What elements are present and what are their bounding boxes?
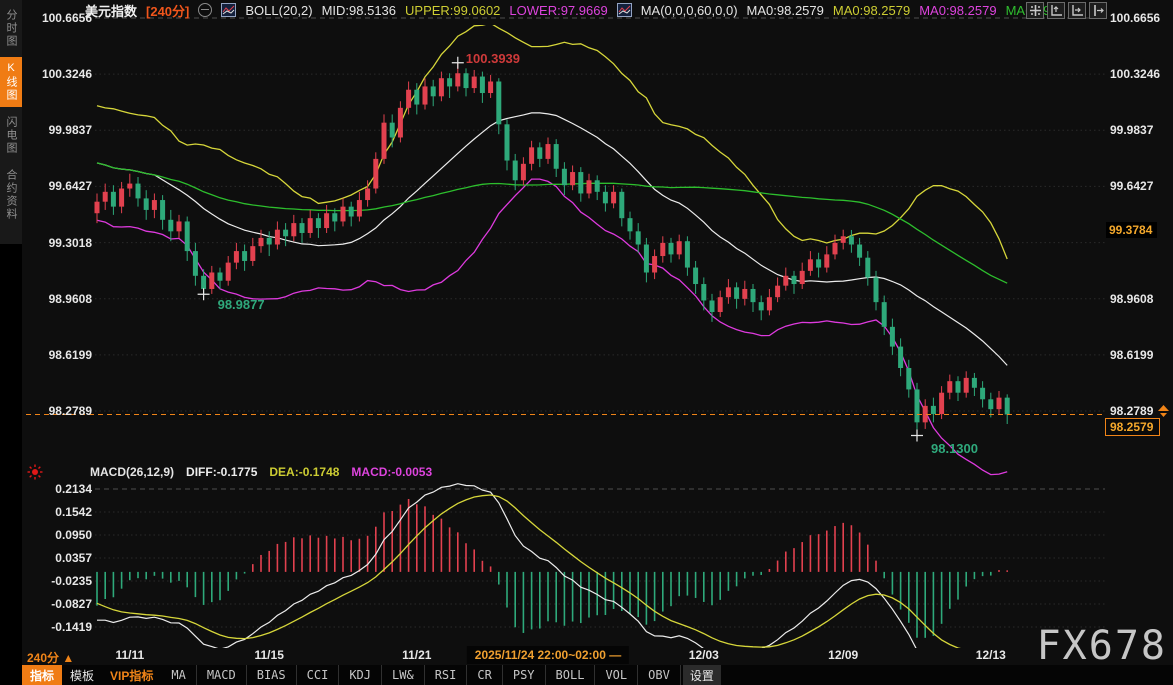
main-y-axis-label: 98.9608 <box>24 292 92 307</box>
main-y-axis-label: 99.9837 <box>24 123 92 138</box>
x-axis-tick: 11/11 <box>115 648 144 662</box>
period-label: [240分] <box>146 1 189 20</box>
indicator-chart-icon[interactable] <box>221 3 236 17</box>
main-y-axis-label: 98.6199 <box>24 348 92 363</box>
alert-blinker-icon[interactable] <box>27 464 43 480</box>
main-y-axis-label: 99.3018 <box>24 236 92 251</box>
window-tool-icons <box>1026 2 1107 19</box>
macd-y-axis-label: 0.2134 <box>24 482 92 497</box>
indicator-values: BOLL(20,2) MID:98.5136 UPPER:99.0602 LOWER:… <box>221 3 1050 18</box>
chart-window: 分时图K线图闪电图合约资料 美元指数 [240分] BOLL(20,2)MID:… <box>0 0 1173 685</box>
x-axis-tick: 11/15 <box>255 648 284 662</box>
chart-header: 美元指数 [240分] BOLL(20,2) MID:98.5136 UPPER:9… <box>85 0 1033 20</box>
macd-y-axis-label: 0.1542 <box>24 505 92 520</box>
fx678-watermark: FX678 <box>1037 623 1167 669</box>
macd-y-axis-label: -0.1419 <box>24 620 92 635</box>
x-axis-tick: 12/13 <box>976 648 1006 662</box>
pan-right-icon[interactable] <box>1089 2 1107 19</box>
x-axis-tick: 12/09 <box>828 648 858 662</box>
main-y-axis-label: 100.3246 <box>24 67 92 82</box>
main-right-axis-label: 98.9608 <box>1110 292 1172 307</box>
price-annotation: 98.9877 <box>218 297 265 312</box>
main-right-axis-label: 100.6656 <box>1110 11 1172 26</box>
indicator-value: MA0:98.2579 <box>833 3 910 18</box>
indicator-value: LOWER:97.9669 <box>509 3 607 18</box>
main-right-axis-label: 98.6199 <box>1110 348 1172 363</box>
last-price-box: 98.2579 <box>1105 418 1160 436</box>
main-right-axis-label: 100.3246 <box>1110 67 1172 82</box>
indicator-value: MA0:98.2579 <box>747 3 824 18</box>
indicator-value: BOLL(20,2) <box>245 3 312 18</box>
crosshair-icon[interactable] <box>1026 2 1044 19</box>
macd-y-axis-label: -0.0827 <box>24 597 92 612</box>
price-up-arrow-icon <box>1158 404 1169 416</box>
recent-high-price-marker: 99.3784 <box>1106 222 1157 238</box>
price-annotation: 98.1300 <box>931 441 978 456</box>
candlestick-chart-canvas[interactable] <box>0 0 1173 685</box>
main-right-axis-label: 99.6427 <box>1110 179 1172 194</box>
macd-y-axis-label: 0.0950 <box>24 528 92 543</box>
indicator-value: MA(0,0,0,60,0,0) <box>641 3 738 18</box>
main-right-axis-label: 99.9837 <box>1110 123 1172 138</box>
price-annotation: 100.3939 <box>466 51 520 66</box>
macd-y-axis-label: 0.0357 <box>24 551 92 566</box>
indicator-chart-icon[interactable] <box>617 3 632 17</box>
indicator-value: UPPER:99.0602 <box>405 3 500 18</box>
x-axis-tick: 11/21 <box>402 648 431 662</box>
main-y-axis-label: 98.2789 <box>24 404 92 419</box>
zoom-vertical-icon[interactable] <box>1047 2 1065 19</box>
macd-y-axis-label: -0.0235 <box>24 574 92 589</box>
indicator-value: MID:98.5136 <box>322 3 396 18</box>
indicator-value: MA0:98.2579 <box>919 3 996 18</box>
collapse-icon[interactable] <box>198 3 212 17</box>
main-y-axis-label: 100.6656 <box>24 11 92 26</box>
x-axis-tick: 12/03 <box>689 648 719 662</box>
main-y-axis-label: 99.6427 <box>24 179 92 194</box>
zoom-horizontal-icon[interactable] <box>1068 2 1086 19</box>
symbol-name: 美元指数 <box>85 1 137 20</box>
